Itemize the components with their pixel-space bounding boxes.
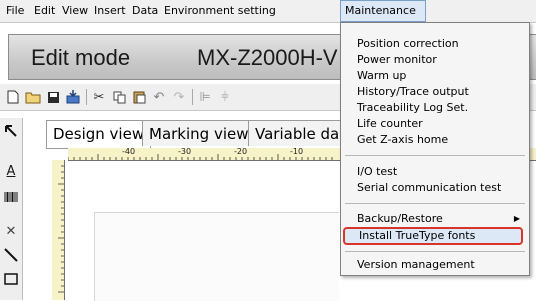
menu-edit[interactable]: Edit: [30, 0, 59, 22]
menu-item-get-z-axis-home[interactable]: Get Z-axis home: [357, 133, 448, 147]
align-left-icon[interactable]: ⊫: [196, 88, 214, 106]
ruler-ticks: [58, 165, 64, 293]
menu-item-warm-up[interactable]: Warm up: [357, 69, 406, 83]
paste-icon[interactable]: [130, 88, 148, 106]
tab-marking-view[interactable]: Marking view: [142, 120, 256, 146]
tab-design-view[interactable]: Design view: [46, 120, 152, 148]
model-name: MX-Z2000H-V: [197, 45, 338, 70]
delete-tool-icon[interactable]: ✕: [2, 222, 20, 240]
toolbar-separator: [86, 89, 87, 105]
menu-bar: File Edit View Insert Data Environment s…: [0, 0, 536, 23]
toolbar-separator: [192, 89, 193, 105]
mode-title: Edit mode: [31, 45, 131, 70]
redo-icon[interactable]: ↷: [170, 88, 188, 106]
cut-icon[interactable]: ✂: [90, 88, 108, 106]
menu-item-power-monitor[interactable]: Power monitor: [357, 53, 437, 67]
rectangle-tool-icon[interactable]: [2, 270, 20, 288]
menu-item-install-truetype-fonts[interactable]: Install TrueType fonts: [343, 227, 523, 245]
menu-item-position-correction[interactable]: Position correction: [357, 37, 459, 51]
menu-item-label: Backup/Restore: [357, 212, 443, 225]
ruler-label: -20: [234, 147, 248, 156]
menu-item-history-trace-output[interactable]: History/Trace output: [357, 85, 469, 99]
menu-item-life-counter[interactable]: Life counter: [357, 117, 423, 131]
barcode-tool-icon[interactable]: [2, 188, 20, 206]
menu-item-backup-restore[interactable]: Backup/Restore ▶: [357, 212, 525, 226]
ruler-label: -40: [122, 147, 136, 156]
menu-item-traceability-log-set[interactable]: Traceability Log Set.: [357, 101, 468, 115]
menu-separator: [345, 251, 525, 252]
menu-view[interactable]: View: [58, 0, 92, 22]
tab-variable-data[interactable]: Variable da: [248, 120, 347, 146]
new-file-icon[interactable]: [4, 88, 22, 106]
drawing-tools: A ✕: [0, 118, 23, 300]
menu-item-io-test[interactable]: I/O test: [357, 165, 397, 179]
menu-item-serial-communication-test[interactable]: Serial communication test: [357, 181, 501, 195]
menu-maintenance[interactable]: Maintenance: [340, 0, 426, 22]
text-tool-icon[interactable]: A: [2, 162, 20, 180]
menu-separator: [345, 155, 525, 156]
save-icon[interactable]: [44, 88, 62, 106]
menu-item-version-management[interactable]: Version management: [357, 258, 475, 272]
design-page-area[interactable]: [94, 212, 339, 301]
menu-separator: [345, 203, 525, 204]
pointer-arrow-icon[interactable]: [2, 122, 20, 140]
open-folder-icon[interactable]: [24, 88, 42, 106]
menu-data[interactable]: Data: [128, 0, 162, 22]
transfer-icon[interactable]: [64, 88, 82, 106]
submenu-arrow-icon: ▶: [513, 214, 520, 223]
maintenance-dropdown: Position correction Power monitor Warm u…: [340, 22, 530, 276]
menu-file[interactable]: File: [2, 0, 28, 22]
ruler-label: -10: [290, 147, 304, 156]
menu-insert[interactable]: Insert: [90, 0, 130, 22]
vertical-ruler: [52, 160, 65, 300]
ruler-label: -30: [178, 147, 192, 156]
align-center-icon[interactable]: ⫩: [216, 88, 234, 106]
copy-icon[interactable]: [110, 88, 128, 106]
undo-icon[interactable]: ↶: [150, 88, 168, 106]
line-tool-icon[interactable]: [2, 246, 20, 264]
menu-environment-setting[interactable]: Environment setting: [160, 0, 280, 22]
